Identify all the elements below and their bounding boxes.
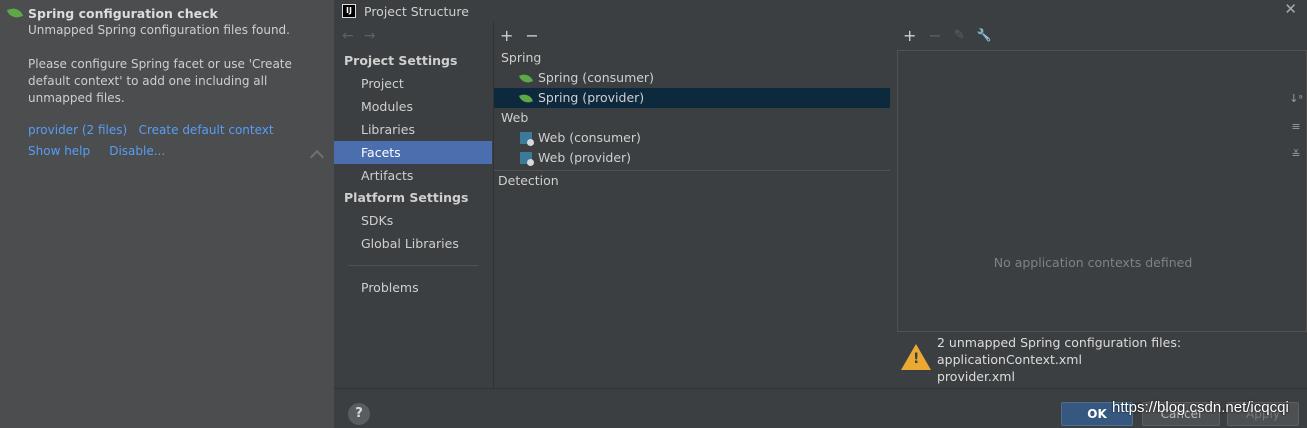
web-facet-icon	[520, 132, 534, 146]
tree-item-label: Spring (provider)	[538, 90, 645, 105]
notification-title: Spring configuration check	[28, 5, 218, 21]
create-default-context-link[interactable]: Create default context	[139, 123, 274, 137]
nav-item-artifacts[interactable]: Artifacts	[334, 164, 492, 187]
provider-count: (2 files)	[81, 123, 128, 137]
settings-nav: ← → Project Settings Project Modules Lib…	[334, 22, 492, 388]
sort-alpha-icon[interactable]: ↓ᵃ	[1288, 85, 1304, 113]
warning-text: 2 unmapped Spring configuration files: a…	[937, 332, 1181, 388]
contexts-toolbar: + − ✎ 🔧	[897, 22, 1307, 48]
notification-actions: Show help Disable...	[28, 144, 334, 158]
collapse-all-icon[interactable]: ≚	[1288, 141, 1304, 169]
web-group[interactable]: Web	[494, 108, 890, 128]
facets-tree-panel: + − Spring Spring (consumer) Spring (pro…	[493, 22, 890, 388]
contexts-side-tools: ↓ᵃ ≡ ≚	[1288, 85, 1304, 169]
spring-leaf-icon	[6, 6, 24, 20]
add-context-icon[interactable]: +	[903, 26, 916, 45]
tree-item-spring-provider[interactable]: Spring (provider)	[494, 88, 890, 108]
dialog-title: Project Structure	[364, 3, 469, 19]
dialog-button-bar: ? OK Cancel Apply https://blog.csdn.net/…	[334, 388, 1307, 428]
facets-toolbar: + −	[494, 22, 890, 48]
warning-file-1: applicationContext.xml	[937, 352, 1082, 367]
nav-item-sdks[interactable]: SDKs	[334, 209, 492, 232]
warning-file-2: provider.xml	[937, 369, 1015, 384]
provider-link[interactable]: provider	[28, 123, 78, 137]
spring-leaf-icon	[519, 92, 533, 104]
watermark-text: https://blog.csdn.net/icqcqi	[1112, 399, 1289, 416]
remove-facet-icon[interactable]: −	[525, 26, 538, 45]
add-facet-icon[interactable]: +	[500, 26, 513, 45]
tree-item-web-consumer[interactable]: Web (consumer)	[494, 128, 890, 148]
nav-item-modules[interactable]: Modules	[334, 95, 492, 118]
notification-file-links: provider (2 files) Create default contex…	[28, 123, 334, 137]
expand-all-icon[interactable]: ≡	[1288, 113, 1304, 141]
show-help-link[interactable]: Show help	[28, 144, 90, 158]
nav-item-global-libraries[interactable]: Global Libraries	[334, 232, 492, 255]
warning-line1: 2 unmapped Spring configuration files:	[937, 335, 1182, 350]
web-facet-icon	[520, 152, 534, 166]
spring-leaf-icon	[519, 72, 533, 84]
nav-item-facets[interactable]: Facets	[334, 141, 492, 164]
platform-settings-heading: Platform Settings	[344, 190, 469, 205]
nav-item-problems[interactable]: Problems	[334, 276, 492, 299]
nav-item-libraries[interactable]: Libraries	[334, 118, 492, 141]
tree-item-label: Web (provider)	[538, 150, 632, 165]
nav-divider	[348, 265, 478, 266]
intellij-app-icon: IJ	[342, 4, 356, 18]
notification-line2: Please configure Spring facet or use 'Cr…	[28, 57, 292, 105]
detection-item[interactable]: Detection	[494, 171, 890, 191]
tree-item-web-provider[interactable]: Web (provider)	[494, 148, 890, 168]
tree-item-label: Spring (consumer)	[538, 70, 654, 85]
unmapped-files-warning: ! 2 unmapped Spring configuration files:…	[897, 332, 1181, 388]
notification-line1: Unmapped Spring configuration files foun…	[28, 23, 290, 37]
spring-group[interactable]: Spring	[494, 48, 890, 68]
forward-arrow-icon[interactable]: →	[364, 28, 376, 44]
contexts-list[interactable]: No application contexts defined ↓ᵃ ≡ ≚	[897, 50, 1307, 332]
back-arrow-icon[interactable]: ←	[342, 28, 354, 44]
nav-history: ← →	[334, 22, 492, 50]
remove-context-icon[interactable]: −	[928, 26, 941, 45]
project-structure-dialog: IJ Project Structure ✕ ← → Project Setti…	[334, 0, 1307, 428]
warning-icon: !	[901, 344, 931, 370]
tree-item-spring-consumer[interactable]: Spring (consumer)	[494, 68, 890, 88]
nav-item-project[interactable]: Project	[334, 72, 492, 95]
help-button[interactable]: ?	[348, 403, 370, 425]
close-icon[interactable]: ✕	[1284, 0, 1297, 18]
project-settings-heading: Project Settings	[344, 53, 458, 68]
edit-context-icon[interactable]: ✎	[954, 28, 965, 43]
empty-contexts-text: No application contexts defined	[993, 255, 1193, 270]
contexts-panel: + − ✎ 🔧 No application contexts defined …	[897, 22, 1307, 388]
disable-link[interactable]: Disable...	[109, 144, 165, 158]
notification-panel: Spring configuration check Unmapped Spri…	[0, 0, 334, 428]
title-bar: IJ Project Structure ✕	[334, 0, 1307, 22]
tree-item-label: Web (consumer)	[538, 130, 641, 145]
wrench-icon[interactable]: 🔧	[977, 28, 992, 42]
